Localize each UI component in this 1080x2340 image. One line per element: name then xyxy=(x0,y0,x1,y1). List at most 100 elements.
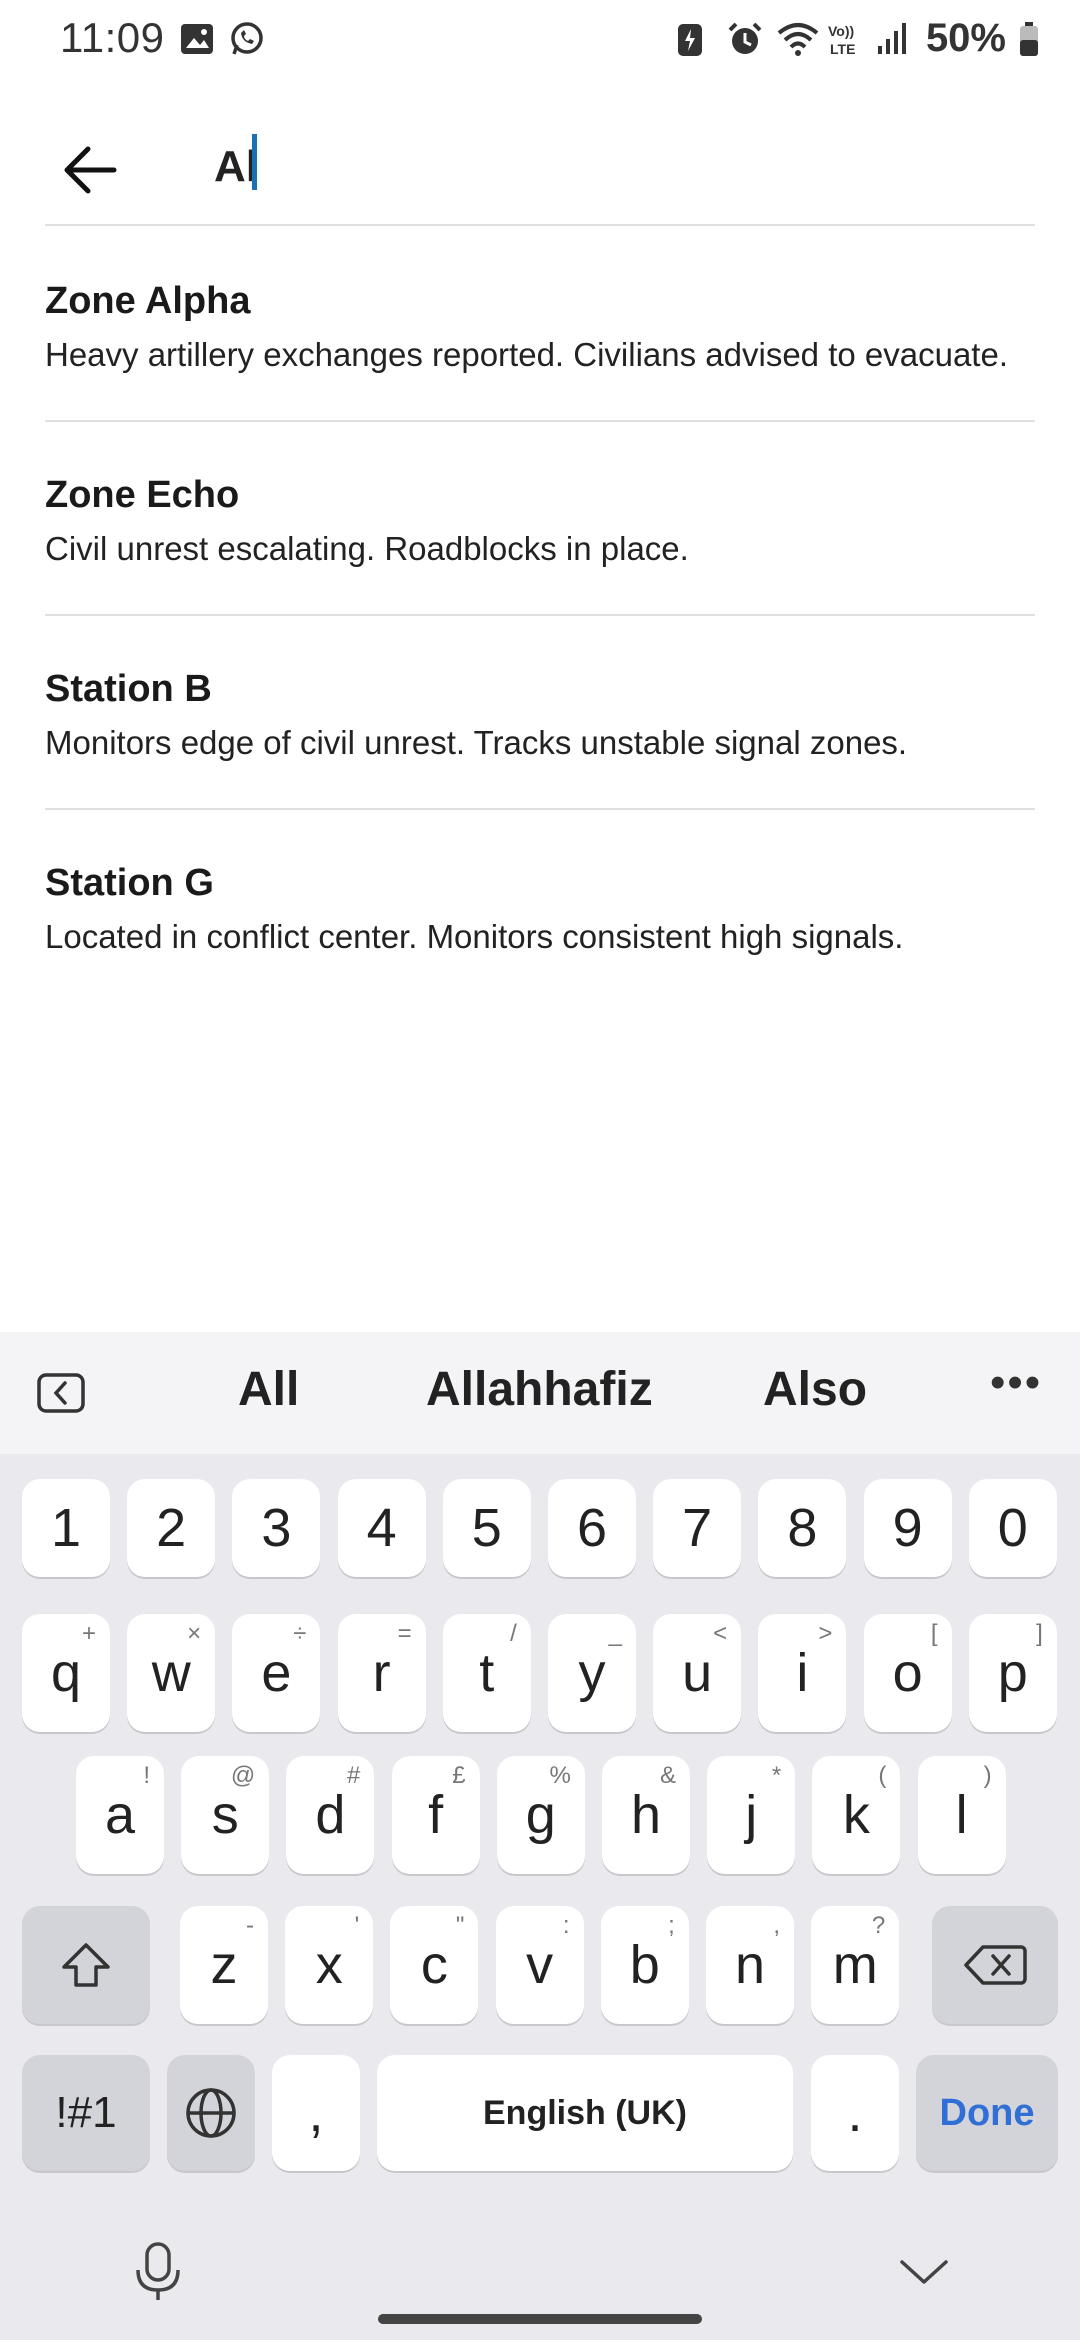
suggestion-bar: All Allahhafiz Also ••• xyxy=(0,1332,1080,1454)
search-input[interactable] xyxy=(214,130,1014,204)
done-key[interactable]: Done xyxy=(916,2055,1058,2171)
number-key-7[interactable]: 7 xyxy=(653,1479,742,1577)
globe-icon xyxy=(186,2088,236,2138)
microphone-icon[interactable] xyxy=(130,2240,186,2304)
letter-key-h[interactable]: h & xyxy=(602,1756,690,1874)
signal-icon xyxy=(876,20,914,58)
letter-key-k[interactable]: k( xyxy=(812,1756,901,1874)
number-key-1[interactable]: 1 xyxy=(22,1479,110,1577)
key-alt-label: = xyxy=(397,1620,412,1647)
key-alt-label: ; xyxy=(668,1912,675,1939)
result-item[interactable]: Zone Alpha Heavy artillery exchanges rep… xyxy=(45,228,1035,422)
key-alt-label: [ xyxy=(930,1620,938,1647)
letter-key-p[interactable]: p] xyxy=(968,1614,1057,1732)
number-key-3[interactable]: 3 xyxy=(232,1479,321,1577)
symbols-key-label: !#1 xyxy=(55,2088,117,2137)
key-label: e xyxy=(261,1643,292,1703)
key-label: t xyxy=(479,1643,495,1703)
letter-key-m[interactable]: m? xyxy=(811,1906,900,2024)
key-alt-label: ) xyxy=(983,1762,992,1789)
status-left-icons xyxy=(178,20,266,58)
letter-key-w[interactable]: w × xyxy=(127,1614,216,1732)
key-label: n xyxy=(734,1935,766,1995)
key-label: q xyxy=(50,1643,82,1703)
more-options-icon[interactable]: ••• xyxy=(990,1358,1042,1408)
letter-key-z[interactable]: z- xyxy=(180,1906,268,2024)
keyboard: All Allahhafiz Also ••• !#1 , English (U… xyxy=(0,1332,1080,2340)
letter-key-l[interactable]: l) xyxy=(917,1756,1006,1874)
comma-key-label: , xyxy=(308,2083,324,2143)
battery-saver-icon xyxy=(676,20,714,58)
result-title: Station G xyxy=(45,862,214,904)
letter-key-e[interactable]: e ÷ xyxy=(232,1614,321,1732)
key-alt-label: % xyxy=(549,1762,571,1789)
suggestion-2[interactable]: Allahhafiz xyxy=(426,1362,653,1417)
header-divider xyxy=(45,224,1035,226)
key-alt-label: ! xyxy=(143,1762,150,1789)
backspace-key[interactable] xyxy=(932,1906,1058,2024)
letter-key-n[interactable]: n, xyxy=(706,1906,794,2024)
period-key[interactable]: . xyxy=(811,2055,899,2171)
number-key-8[interactable]: 8 xyxy=(758,1479,847,1577)
number-key-2[interactable]: 2 xyxy=(127,1479,216,1577)
letter-key-a[interactable]: a! xyxy=(76,1756,164,1874)
key-label: g xyxy=(525,1785,556,1845)
number-key-0[interactable]: 0 xyxy=(968,1479,1057,1577)
letter-key-r[interactable]: r = xyxy=(337,1614,426,1732)
key-label: 5 xyxy=(471,1498,502,1558)
key-label: 3 xyxy=(261,1498,292,1558)
number-key-9[interactable]: 9 xyxy=(863,1479,952,1577)
result-item[interactable]: Zone Echo Civil unrest escalating. Roadb… xyxy=(45,422,1035,616)
suggestion-3[interactable]: Also xyxy=(763,1362,867,1417)
comma-key[interactable]: , xyxy=(272,2055,360,2171)
number-key-5[interactable]: 5 xyxy=(442,1479,531,1577)
key-alt-label: - xyxy=(246,1912,254,1939)
key-label: j xyxy=(745,1785,758,1845)
letter-key-u[interactable]: u < xyxy=(653,1614,742,1732)
space-key[interactable]: English (UK) xyxy=(377,2055,793,2171)
keyboard-toolbar-toggle-icon[interactable] xyxy=(36,1370,86,1416)
key-label: 1 xyxy=(50,1498,82,1558)
number-key-4[interactable]: 4 xyxy=(337,1479,426,1577)
letter-key-f[interactable]: f £ xyxy=(391,1756,480,1874)
letter-key-c[interactable]: c " xyxy=(390,1906,479,2024)
search-header xyxy=(0,100,1080,226)
letter-key-i[interactable]: i > xyxy=(758,1614,847,1732)
search-results-list: Zone Alpha Heavy artillery exchanges rep… xyxy=(45,228,1035,1004)
key-alt-label: _ xyxy=(608,1620,622,1647)
result-item[interactable]: Station G Located in conflict center. Mo… xyxy=(45,810,1035,1004)
battery-icon xyxy=(1018,20,1040,58)
letter-key-q[interactable]: q + xyxy=(22,1614,110,1732)
result-title: Station B xyxy=(45,668,212,710)
letter-key-t[interactable]: t / xyxy=(442,1614,531,1732)
letter-key-x[interactable]: x ' xyxy=(285,1906,374,2024)
svg-text:LTE: LTE xyxy=(830,41,855,57)
letter-key-g[interactable]: g% xyxy=(496,1756,585,1874)
result-item[interactable]: Station B Monitors edge of civil unrest.… xyxy=(45,616,1035,810)
letter-key-b[interactable]: b; xyxy=(600,1906,689,2024)
key-alt-label: > xyxy=(818,1620,833,1647)
key-label: u xyxy=(682,1643,713,1703)
letter-key-o[interactable]: o[ xyxy=(863,1614,952,1732)
letter-key-d[interactable]: d # xyxy=(286,1756,375,1874)
letter-key-v[interactable]: v: xyxy=(495,1906,584,2024)
volte-icon: Vo)) LTE xyxy=(826,20,864,58)
home-indicator[interactable] xyxy=(378,2314,702,2324)
back-button[interactable] xyxy=(48,128,132,212)
key-label: s xyxy=(211,1785,239,1845)
letter-key-s[interactable]: s @ xyxy=(181,1756,270,1874)
key-label: x xyxy=(315,1935,343,1995)
number-key-6[interactable]: 6 xyxy=(548,1479,636,1577)
symbols-key[interactable]: !#1 xyxy=(22,2055,150,2171)
language-key[interactable] xyxy=(167,2055,255,2171)
hide-keyboard-icon[interactable] xyxy=(894,2250,954,2294)
shift-key[interactable] xyxy=(22,1906,150,2024)
key-label: f xyxy=(428,1785,444,1845)
suggestion-1[interactable]: All xyxy=(238,1362,299,1417)
key-alt-label: / xyxy=(510,1620,517,1647)
key-label: 8 xyxy=(787,1498,818,1558)
letter-key-j[interactable]: j * xyxy=(707,1756,796,1874)
period-key-label: . xyxy=(847,2083,863,2143)
letter-key-y[interactable]: y _ xyxy=(548,1614,636,1732)
status-right-icons: Vo)) LTE 50% xyxy=(676,16,1040,61)
